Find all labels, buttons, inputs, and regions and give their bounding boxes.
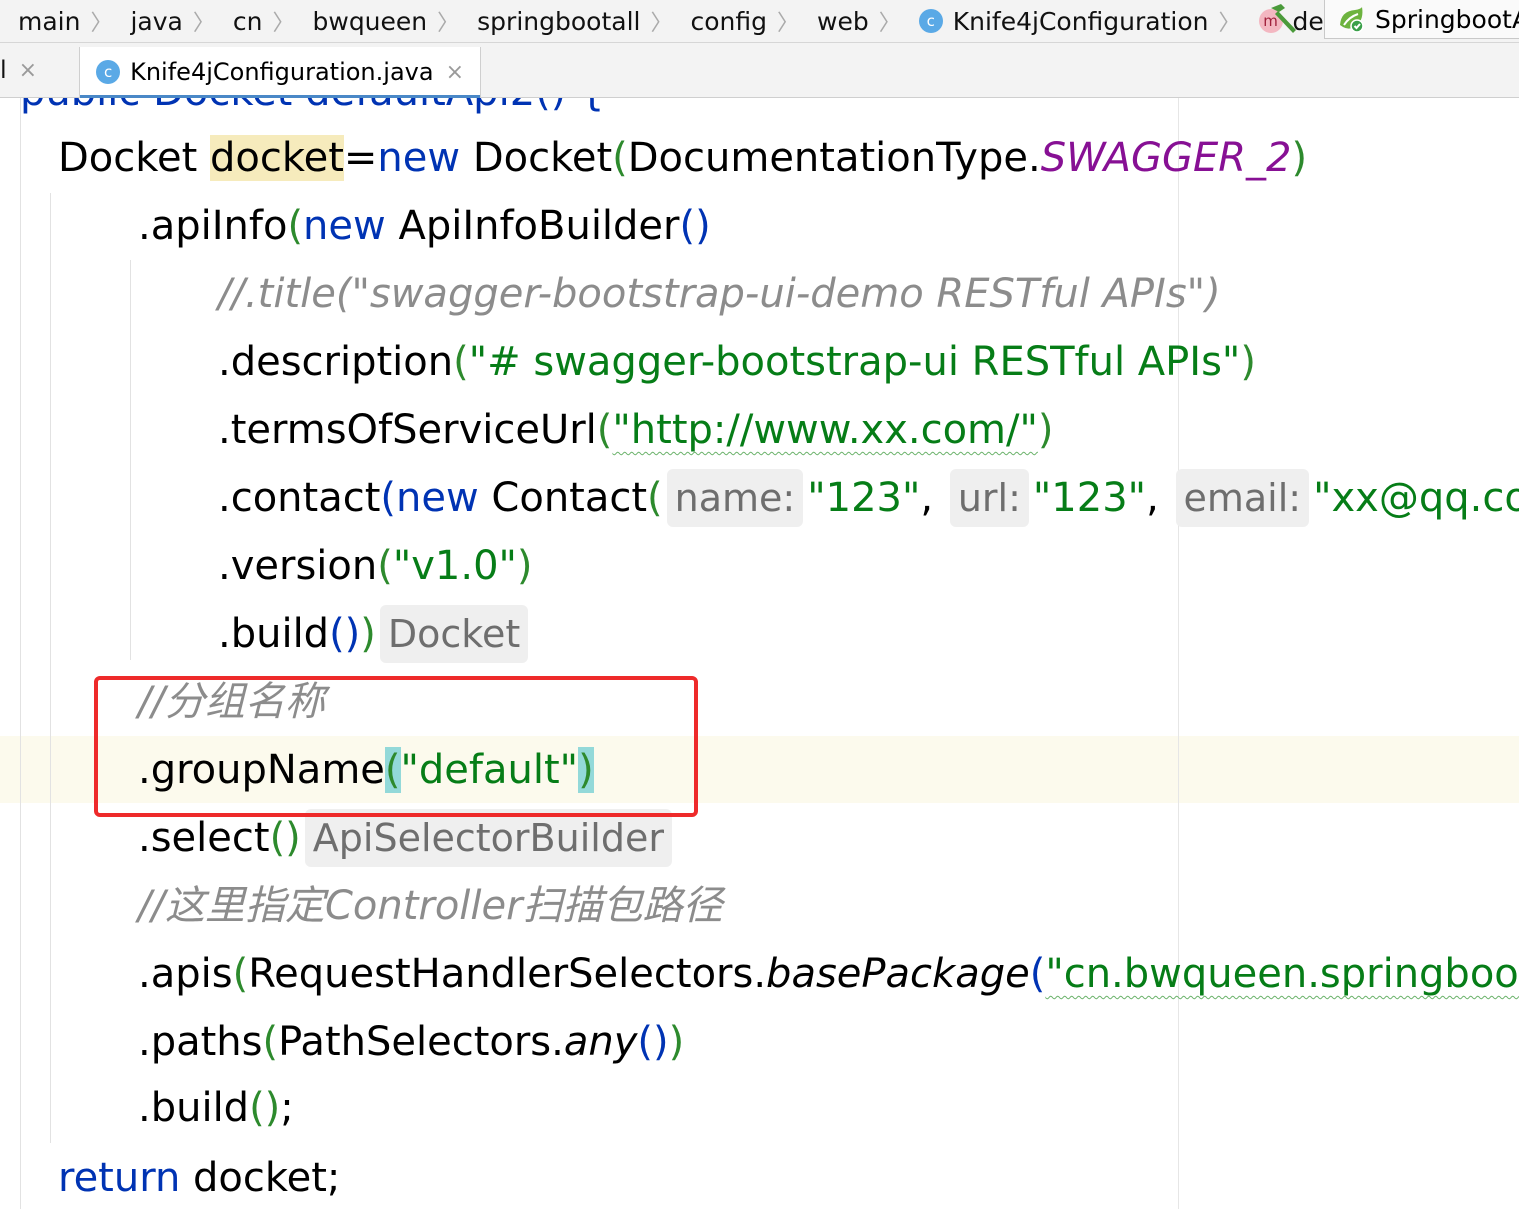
- editor-tabs: l × c Knife4jConfiguration.java ×: [0, 43, 1519, 99]
- parameter-hint: url:: [949, 469, 1029, 527]
- code-type: ApiInfoBuilder: [398, 203, 680, 249]
- chevron-right-icon: 〉: [777, 11, 800, 36]
- tab-label: l: [0, 56, 7, 84]
- breadcrumb-label: java: [130, 6, 183, 36]
- tab-previous[interactable]: l ×: [0, 43, 49, 97]
- code-method: .version: [218, 543, 378, 589]
- spring-boot-icon: [1340, 7, 1364, 33]
- code-type: Contact: [491, 475, 648, 521]
- breadcrumb-label: web: [817, 6, 869, 36]
- chevron-right-icon: 〉: [272, 11, 295, 36]
- code-method: .apiInfo: [138, 203, 288, 249]
- code-type: DocumentationType.: [627, 135, 1041, 181]
- code-keyword: return: [58, 1155, 181, 1201]
- code-comment: //这里指定Controller扫描包路径: [138, 883, 723, 929]
- breadcrumb-class[interactable]: c Knife4jConfiguration 〉: [901, 5, 1241, 37]
- code-comment: //.title("swagger-bootstrap-ui-demo REST…: [218, 271, 1221, 317]
- chevron-right-icon: 〉: [192, 11, 215, 36]
- tab-label: Knife4jConfiguration.java: [130, 58, 434, 86]
- class-icon: c: [918, 9, 943, 33]
- code-constant: SWAGGER_2: [1040, 135, 1292, 181]
- code-line: return docket;: [58, 1144, 340, 1209]
- code-type: PathSelectors.: [278, 1019, 564, 1065]
- breadcrumb-label: bwqueen: [312, 6, 428, 36]
- breadcrumb-label: springbootall: [477, 6, 641, 36]
- chevron-right-icon: 〉: [90, 11, 113, 36]
- breadcrumb-label: main: [18, 6, 81, 36]
- code-method: .build: [218, 611, 330, 657]
- code-method: .termsOfServiceUrl: [218, 407, 597, 453]
- breadcrumb-item[interactable]: java 〉: [112, 5, 214, 37]
- annotation-highlight-box: [94, 676, 698, 817]
- code-text: public Docket defaultApi2() {: [20, 98, 605, 115]
- breadcrumb-item[interactable]: cn 〉: [215, 5, 295, 37]
- code-line: .description("# swagger-bootstrap-ui RES…: [218, 339, 1256, 385]
- breadcrumb-item[interactable]: bwqueen 〉: [295, 5, 460, 37]
- parameter-hint: email:: [1175, 469, 1310, 527]
- code-line: .contact(new Contact(name: "123", url: "12…: [218, 464, 1519, 532]
- close-icon[interactable]: ×: [19, 58, 37, 83]
- code-keyword: new: [303, 203, 386, 249]
- code-punctuation: ;: [280, 1085, 294, 1131]
- breadcrumb-item[interactable]: config 〉: [672, 5, 799, 37]
- code-line: //.title("swagger-bootstrap-ui-demo REST…: [218, 260, 1221, 328]
- breadcrumb-label: Knife4jConfiguration: [952, 6, 1209, 36]
- code-method: .apis: [138, 951, 233, 997]
- code-text: docket;: [180, 1155, 341, 1201]
- code-line: .build();: [138, 1085, 294, 1131]
- code-editor[interactable]: public Docket defaultApi2() { Docket doc…: [0, 98, 1519, 1209]
- breadcrumb-label: cn: [232, 6, 263, 36]
- run-config-label: SpringbootA: [1375, 4, 1519, 34]
- code-string: "xx@qq.com"): [1313, 475, 1519, 521]
- breadcrumb-label: config: [690, 6, 767, 36]
- parameter-hint: name:: [666, 469, 804, 527]
- code-string: "cn.bwqueen.springboota: [1045, 951, 1519, 997]
- code-method: .contact: [218, 475, 381, 521]
- chevron-right-icon: 〉: [878, 11, 901, 36]
- code-keyword: new: [377, 135, 461, 181]
- breadcrumb-item[interactable]: web 〉: [799, 5, 901, 37]
- class-icon: c: [96, 60, 121, 84]
- code-line: .apis(RequestHandlerSelectors.basePackag…: [138, 940, 1519, 1008]
- code-line: //这里指定Controller扫描包路径: [138, 872, 723, 940]
- code-method: .select: [138, 815, 270, 861]
- code-line: Docket docket=new Docket(DocumentationTy…: [58, 135, 1308, 181]
- code-line: .apiInfo(new ApiInfoBuilder(): [138, 203, 711, 249]
- code-string: "123": [1032, 475, 1147, 521]
- code-variable: docket: [210, 135, 344, 181]
- code-line: .paths(PathSelectors.any()): [138, 1019, 685, 1065]
- code-static-method: any: [563, 1019, 638, 1065]
- type-hint: ApiSelectorBuilder: [304, 809, 672, 867]
- code-static-method: basePackage: [766, 951, 1030, 997]
- chevron-right-icon: 〉: [437, 11, 460, 36]
- indent-guide: [50, 193, 51, 1143]
- code-method: .description: [218, 339, 454, 385]
- code-string: "v1.0": [392, 543, 517, 589]
- breadcrumb-item[interactable]: springbootall 〉: [459, 5, 672, 37]
- hammer-icon[interactable]: [1265, 2, 1301, 34]
- close-icon[interactable]: ×: [446, 60, 464, 85]
- code-line: .build()) Docket: [218, 600, 532, 668]
- code-keyword: new: [396, 475, 479, 521]
- code-string: "# swagger-bootstrap-ui RESTful APIs": [468, 339, 1241, 385]
- code-type: Docket: [58, 135, 198, 181]
- code-method: .paths: [138, 1019, 263, 1065]
- chevron-right-icon: 〉: [650, 11, 673, 36]
- indent-guide: [20, 98, 21, 1209]
- code-type: RequestHandlerSelectors.: [248, 951, 767, 997]
- chevron-right-icon: 〉: [1218, 11, 1241, 36]
- code-string: "http://www.xx.com/": [612, 407, 1038, 453]
- code-line: public Docket defaultApi2() {: [20, 98, 605, 126]
- code-string: "123": [807, 475, 921, 521]
- code-method: .build: [138, 1085, 250, 1131]
- code-type: Docket: [472, 135, 613, 181]
- code-operator: =: [343, 135, 378, 181]
- code-line: .version("v1.0"): [218, 543, 533, 589]
- breadcrumb-item[interactable]: main 〉: [0, 5, 112, 37]
- indent-guide: [130, 260, 131, 660]
- run-configuration-selector[interactable]: SpringbootA: [1324, 0, 1519, 39]
- tab-knife4j-configuration[interactable]: c Knife4jConfiguration.java ×: [79, 47, 481, 99]
- code-line: .termsOfServiceUrl("http://www.xx.com/"): [218, 407, 1054, 453]
- type-hint: Docket: [379, 605, 529, 663]
